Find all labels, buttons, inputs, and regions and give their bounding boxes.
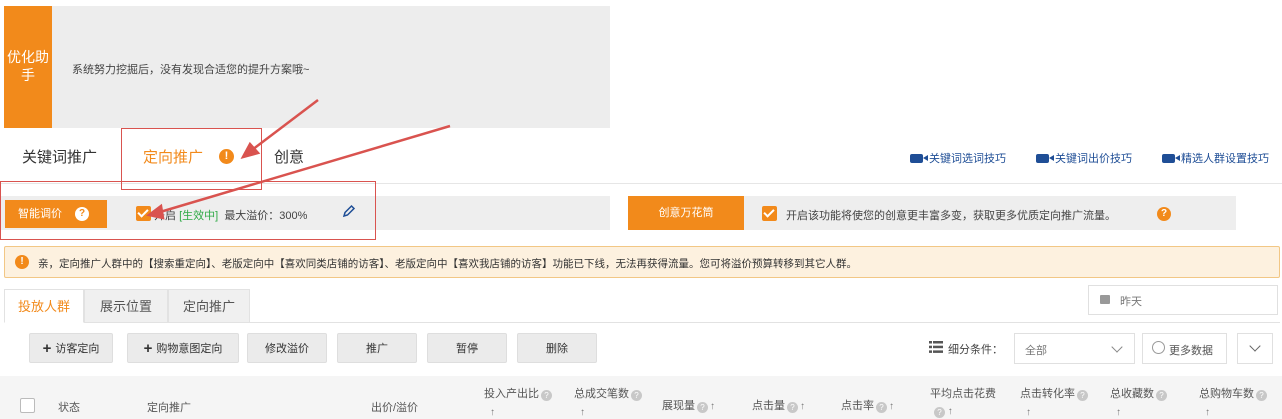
sort-arrow-icon[interactable]: ↑	[710, 401, 715, 412]
more-data-label: 更多数据	[1169, 345, 1213, 357]
filter-value: 全部	[1025, 345, 1047, 357]
help-icon[interactable]: ?	[1256, 390, 1267, 401]
button-label: 访客定向	[55, 343, 100, 355]
help-link-label: 关键词选词技巧	[929, 153, 1006, 165]
modify-premium-button[interactable]: 修改溢价	[247, 333, 327, 363]
column-label: 点击量	[752, 400, 785, 412]
subtab-targeted-promotion[interactable]: 定向推广	[168, 289, 250, 323]
video-camera-icon	[1036, 154, 1054, 163]
column-clicks[interactable]: 点击量? ↑	[752, 397, 805, 413]
video-camera-icon	[1162, 154, 1180, 163]
add-cart-intent-targeting-button[interactable]: + 购物意图定向	[127, 333, 239, 363]
delete-button[interactable]: 删除	[517, 333, 597, 363]
assistant-badge: 优化助手	[4, 6, 52, 128]
help-icon[interactable]: ?	[631, 390, 642, 401]
add-visitor-targeting-button[interactable]: + 访客定向	[29, 333, 113, 363]
annotation-box-smart-bid	[0, 181, 376, 240]
tab-creative[interactable]: 创意	[274, 146, 304, 167]
column-roi[interactable]: 投入产出比?	[484, 385, 552, 401]
sort-arrow-icon[interactable]: ↑	[490, 407, 495, 418]
column-label: 展现量	[662, 400, 695, 412]
creative-kaleidoscope-label: 创意万花筒	[628, 196, 744, 230]
help-icon[interactable]: ?	[787, 402, 798, 413]
subtab-crowd[interactable]: 投放人群	[4, 289, 84, 323]
column-bid: 出价/溢价	[371, 402, 419, 414]
creative-kaleidoscope-checkbox[interactable]	[762, 206, 777, 221]
date-range-value: 昨天	[1120, 296, 1142, 308]
help-link-keyword-bidding[interactable]: 关键词出价技巧	[1036, 150, 1132, 166]
video-camera-icon	[910, 154, 928, 163]
column-promotion: 定向推广	[147, 402, 191, 414]
help-icon[interactable]: ?	[1156, 390, 1167, 401]
column-status: 状态	[58, 402, 80, 414]
column-impressions[interactable]: 展现量? ↑	[662, 397, 715, 413]
column-cart[interactable]: 总购物车数?	[1199, 385, 1267, 401]
column-ctr[interactable]: 点击率? ↑	[841, 397, 894, 413]
help-icon[interactable]: ?	[1157, 207, 1171, 221]
column-label: 点击转化率	[1020, 388, 1075, 400]
column-label: 总购物车数	[1199, 388, 1254, 400]
help-link-label: 精选人群设置技巧	[1181, 153, 1269, 165]
button-label: 购物意图定向	[156, 343, 223, 355]
column-label: 总成交笔数	[574, 388, 629, 400]
notice-text: 亲，定向推广人群中的【搜索重定向】、老版定向中【喜欢同类店铺的访客】、老版定向中…	[38, 258, 857, 270]
sort-arrow-icon[interactable]: ? ↑	[932, 406, 953, 418]
sort-arrow-icon[interactable]: ↑	[889, 401, 894, 412]
sort-arrow-icon[interactable]: ↑	[1116, 407, 1121, 418]
help-icon[interactable]: ?	[934, 407, 945, 418]
sort-arrow-icon[interactable]: ↑	[580, 407, 585, 418]
help-link-label: 关键词出价技巧	[1055, 153, 1132, 165]
calendar-icon	[1100, 295, 1110, 304]
filter-label: 细分条件：	[948, 344, 1003, 356]
sort-arrow-icon[interactable]: ↑	[800, 401, 805, 412]
sort-arrow-icon[interactable]: ↑	[1026, 407, 1031, 418]
column-label: 总收藏数	[1110, 388, 1154, 400]
help-icon[interactable]: ?	[1077, 390, 1088, 401]
help-link-crowd-setup[interactable]: 精选人群设置技巧	[1162, 150, 1269, 166]
column-cvr[interactable]: 点击转化率?	[1020, 385, 1088, 401]
sort-arrow-icon[interactable]: ↑	[1205, 407, 1210, 418]
date-range-picker[interactable]	[1088, 285, 1278, 315]
subtab-divider	[250, 322, 1280, 323]
subtab-placement[interactable]: 展示位置	[84, 289, 168, 323]
gear-icon	[1152, 341, 1165, 354]
help-icon[interactable]: ?	[876, 402, 887, 413]
creative-kaleidoscope-description: 开启该功能将使您的创意更丰富多变，获取更多优质定向推广流量。	[786, 210, 1116, 222]
promote-button[interactable]: 推广	[337, 333, 417, 363]
select-all-checkbox[interactable]	[20, 398, 35, 413]
column-orders[interactable]: 总成交笔数?	[574, 385, 642, 401]
warning-icon: !	[15, 255, 29, 269]
plus-icon: +	[42, 340, 52, 357]
tab-keyword-promotion[interactable]: 关键词推广	[22, 146, 97, 167]
assistant-message: 系统努力挖掘后，没有发现合适您的提升方案哦~	[72, 64, 310, 76]
column-favorites[interactable]: 总收藏数?	[1110, 385, 1167, 401]
help-icon[interactable]: ?	[541, 390, 552, 401]
column-cpc[interactable]: 平均点击花费	[930, 385, 996, 401]
help-icon[interactable]: ?	[697, 402, 708, 413]
column-label: 点击率	[841, 400, 874, 412]
list-filter-icon	[929, 341, 943, 353]
help-link-keyword-selection[interactable]: 关键词选词技巧	[910, 150, 1006, 166]
column-label: 投入产出比	[484, 388, 539, 400]
plus-icon: +	[143, 340, 153, 357]
pause-button[interactable]: 暂停	[427, 333, 507, 363]
